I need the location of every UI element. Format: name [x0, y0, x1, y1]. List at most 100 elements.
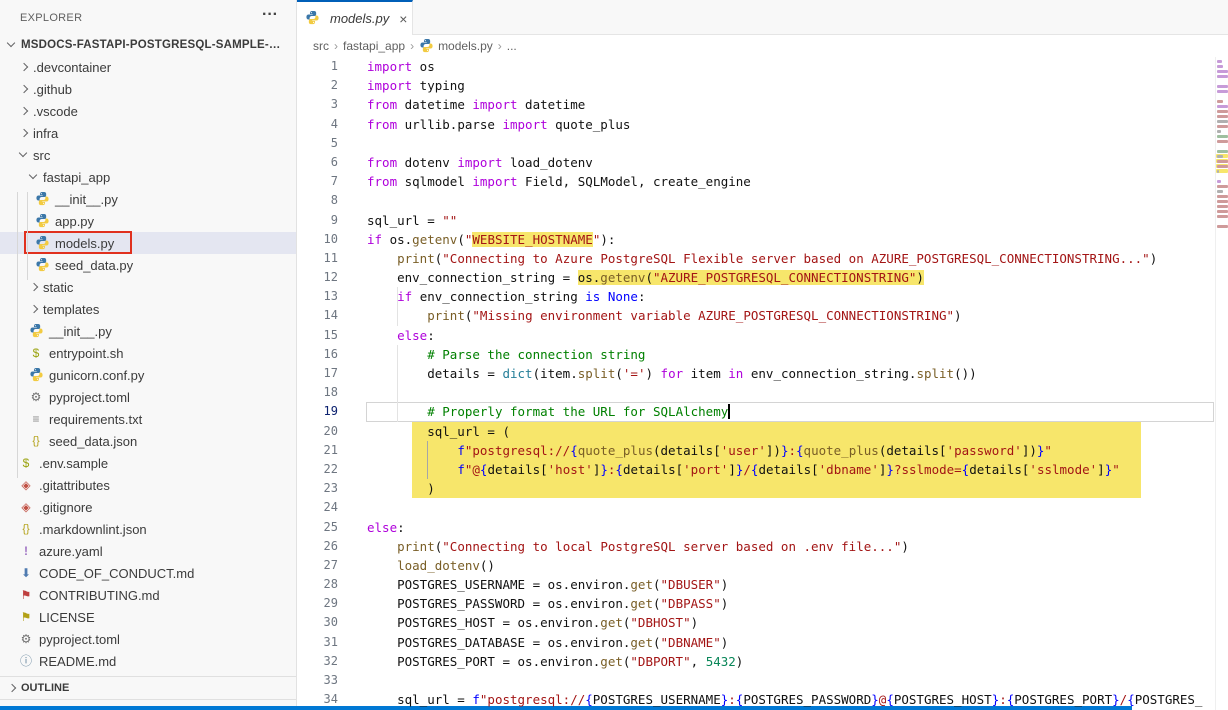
code-line-18[interactable]: 18 [297, 383, 1215, 402]
line-number[interactable]: 5 [297, 134, 353, 153]
code-line-28[interactable]: 28 POSTGRES_USERNAME = os.environ.get("D… [297, 575, 1215, 594]
tree-item-requirements-txt[interactable]: ≡requirements.txt [0, 408, 296, 430]
tree-item-templates[interactable]: templates [0, 298, 296, 320]
tree-item-devcontainer[interactable]: .devcontainer [0, 56, 296, 78]
tree-item-azure-yaml[interactable]: !azure.yaml [0, 540, 296, 562]
line-number[interactable]: 31 [297, 633, 353, 652]
tree-item-code-of-conduct-md[interactable]: ⬇CODE_OF_CONDUCT.md [0, 562, 296, 584]
code-line-33[interactable]: 33 [297, 671, 1215, 690]
code-line-7[interactable]: 7from sqlmodel import Field, SQLModel, c… [297, 172, 1215, 191]
code-line-4[interactable]: 4from urllib.parse import quote_plus [297, 115, 1215, 134]
code-line-21[interactable]: 21 f"postgresql://{quote_plus(details['u… [297, 441, 1215, 460]
breadcrumb-segment-fastapi-app[interactable]: fastapi_app [343, 39, 405, 53]
code-line-1[interactable]: 1import os [297, 57, 1215, 76]
tree-item-gitattributes[interactable]: ◈.gitattributes [0, 474, 296, 496]
line-number[interactable]: 25 [297, 518, 353, 537]
code-line-11[interactable]: 11 print("Connecting to Azure PostgreSQL… [297, 249, 1215, 268]
line-number[interactable]: 3 [297, 95, 353, 114]
line-number[interactable]: 13 [297, 287, 353, 306]
code-line-20[interactable]: 20 sql_url = ( [297, 422, 1215, 441]
code-line-30[interactable]: 30 POSTGRES_HOST = os.environ.get("DBHOS… [297, 613, 1215, 632]
tree-item-models-py[interactable]: models.py [0, 232, 296, 254]
line-number[interactable]: 2 [297, 76, 353, 95]
line-number[interactable]: 24 [297, 498, 353, 517]
code-line-6[interactable]: 6from dotenv import load_dotenv [297, 153, 1215, 172]
tree-item-gitignore[interactable]: ◈.gitignore [0, 496, 296, 518]
code-line-8[interactable]: 8 [297, 191, 1215, 210]
tree-item-src[interactable]: src [0, 144, 296, 166]
line-number[interactable]: 1 [297, 57, 353, 76]
code-line-9[interactable]: 9sql_url = "" [297, 211, 1215, 230]
tree-item-static[interactable]: static [0, 276, 296, 298]
tree-item-gunicorn-conf-py[interactable]: gunicorn.conf.py [0, 364, 296, 386]
line-number[interactable]: 28 [297, 575, 353, 594]
tree-item-vscode[interactable]: .vscode [0, 100, 296, 122]
tree-item-env-sample[interactable]: $.env.sample [0, 452, 296, 474]
code-line-5[interactable]: 5 [297, 134, 1215, 153]
code-line-2[interactable]: 2import typing [297, 76, 1215, 95]
code-line-26[interactable]: 26 print("Connecting to local PostgreSQL… [297, 537, 1215, 556]
code-line-12[interactable]: 12 env_connection_string = os.getenv("AZ… [297, 268, 1215, 287]
line-number[interactable]: 4 [297, 115, 353, 134]
tree-item-fastapi-app[interactable]: fastapi_app [0, 166, 296, 188]
code-line-32[interactable]: 32 POSTGRES_PORT = os.environ.get("DBPOR… [297, 652, 1215, 671]
line-number[interactable]: 10 [297, 230, 353, 249]
tree-root-folder[interactable]: MSDOCS-FASTAPI-POSTGRESQL-SAMPLE-APP [GI… [0, 34, 296, 56]
tree-item-pyproject-toml[interactable]: ⚙pyproject.toml [0, 628, 296, 650]
tree-item-markdownlint-json[interactable]: {}.markdownlint.json [0, 518, 296, 540]
line-number[interactable]: 21 [297, 441, 353, 460]
code-line-13[interactable]: 13 if env_connection_string is None: [297, 287, 1215, 306]
code-line-10[interactable]: 10if os.getenv("WEBSITE_HOSTNAME"): [297, 230, 1215, 249]
line-number[interactable]: 29 [297, 594, 353, 613]
tree-item-readme-md[interactable]: ⓘREADME.md [0, 650, 296, 672]
line-number[interactable]: 32 [297, 652, 353, 671]
line-number[interactable]: 7 [297, 172, 353, 191]
tree-item-seed-data-py[interactable]: seed_data.py [0, 254, 296, 276]
line-number[interactable]: 23 [297, 479, 353, 498]
breadcrumb-segment-src[interactable]: src [313, 39, 329, 53]
more-actions-icon[interactable]: ··· [262, 6, 278, 24]
tree-item-init-py[interactable]: __init__.py [0, 188, 296, 210]
tree-item-app-py[interactable]: app.py [0, 210, 296, 232]
line-number[interactable]: 12 [297, 268, 353, 287]
code-line-29[interactable]: 29 POSTGRES_PASSWORD = os.environ.get("D… [297, 594, 1215, 613]
code-line-27[interactable]: 27 load_dotenv() [297, 556, 1215, 575]
line-number[interactable]: 11 [297, 249, 353, 268]
tab-models-py[interactable]: models.py × [297, 0, 413, 35]
tree-item-github[interactable]: .github [0, 78, 296, 100]
code-line-19[interactable]: 19 # Properly format the URL for SQLAlch… [297, 402, 1215, 421]
minimap[interactable] [1215, 57, 1228, 710]
breadcrumb-segment-models-py[interactable]: models.py [419, 38, 493, 54]
breadcrumb-segment-[interactable]: ... [507, 39, 517, 53]
tree-item-license[interactable]: ⚑LICENSE [0, 606, 296, 628]
code-line-24[interactable]: 24 [297, 498, 1215, 517]
tree-item-contributing-md[interactable]: ⚑CONTRIBUTING.md [0, 584, 296, 606]
code-line-3[interactable]: 3from datetime import datetime [297, 95, 1215, 114]
sidebar-section-outline[interactable]: OUTLINE [0, 676, 296, 698]
line-number[interactable]: 6 [297, 153, 353, 172]
line-number[interactable]: 17 [297, 364, 353, 383]
line-number[interactable]: 14 [297, 306, 353, 325]
tree-item-pyproject-toml[interactable]: ⚙pyproject.toml [0, 386, 296, 408]
tree-item-init-py[interactable]: __init__.py [0, 320, 296, 342]
code-line-34[interactable]: 34 sql_url = f"postgresql://{POSTGRES_US… [297, 690, 1215, 709]
line-number[interactable]: 16 [297, 345, 353, 364]
line-number[interactable]: 15 [297, 326, 353, 345]
code-line-31[interactable]: 31 POSTGRES_DATABASE = os.environ.get("D… [297, 633, 1215, 652]
line-number[interactable]: 8 [297, 191, 353, 210]
code-line-23[interactable]: 23 ) [297, 479, 1215, 498]
line-number[interactable]: 33 [297, 671, 353, 690]
tree-item-infra[interactable]: infra [0, 122, 296, 144]
code-line-15[interactable]: 15 else: [297, 326, 1215, 345]
line-number[interactable]: 18 [297, 383, 353, 402]
line-number[interactable]: 27 [297, 556, 353, 575]
code-editor[interactable]: 1import os2import typing3from datetime i… [297, 57, 1215, 710]
code-line-17[interactable]: 17 details = dict(item.split('=') for it… [297, 364, 1215, 383]
line-number[interactable]: 34 [297, 690, 353, 709]
line-number[interactable]: 22 [297, 460, 353, 479]
tree-item-seed-data-json[interactable]: {}seed_data.json [0, 430, 296, 452]
code-line-25[interactable]: 25else: [297, 518, 1215, 537]
line-number[interactable]: 19 [297, 402, 353, 421]
line-number[interactable]: 30 [297, 613, 353, 632]
tree-item-entrypoint-sh[interactable]: $entrypoint.sh [0, 342, 296, 364]
